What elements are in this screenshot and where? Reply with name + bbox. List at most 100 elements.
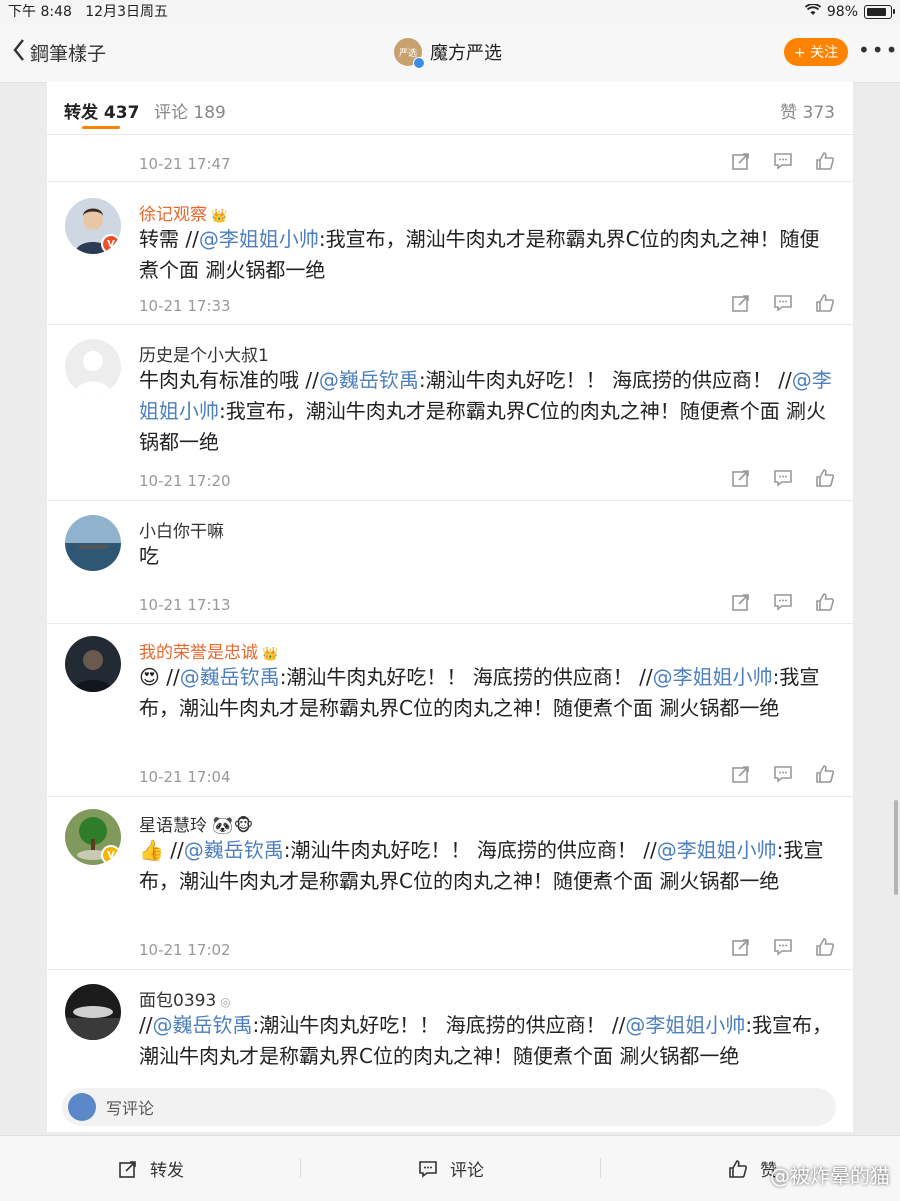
item-actions xyxy=(731,468,835,488)
timestamp: 10-21 17:20 xyxy=(139,472,231,490)
list-item: V 徐记观察 👑 转需 //@李姐姐小帅:我宣布，潮汕牛肉丸才是称霸丸界C位的肉丸… xyxy=(47,182,853,325)
comment-button[interactable]: 评论 xyxy=(418,1156,484,1181)
share-icon[interactable] xyxy=(731,293,751,313)
mention-link[interactable]: @巍岳钦禹 xyxy=(319,368,419,392)
like-icon[interactable] xyxy=(815,293,835,313)
repost-text: 转需 //@李姐姐小帅:我宣布，潮汕牛肉丸才是称霸丸界C位的肉丸之神！随便煮个面… xyxy=(139,224,839,286)
list-item: 历史是个小大叔1 牛肉丸有标准的哦 //@巍岳钦禹:潮汕牛肉丸好吃！！ 海底捞的… xyxy=(47,325,853,501)
tab-repost[interactable]: 转发 437 xyxy=(64,98,139,123)
like-icon[interactable] xyxy=(815,764,835,784)
battery-icon xyxy=(864,5,895,19)
item-actions xyxy=(731,151,835,171)
text-segment: :我宣布，潮汕牛肉丸才是称霸丸界C位的肉丸之神！随便煮个面 涮火锅都一绝 xyxy=(139,399,827,454)
repost-text: 吃 xyxy=(139,541,839,572)
tab-likes[interactable]: 赞 373 xyxy=(780,98,835,123)
timestamp: 10-21 17:13 xyxy=(139,596,231,614)
wifi-icon xyxy=(804,0,821,24)
share-icon[interactable] xyxy=(731,468,751,488)
text-segment: :潮汕牛肉丸好吃！！ 海底捞的供应商！ // xyxy=(252,1013,626,1037)
comment-icon[interactable] xyxy=(773,468,793,488)
status-time: 下午 8:48 xyxy=(8,4,72,20)
comment-icon[interactable] xyxy=(773,592,793,612)
like-icon[interactable] xyxy=(815,592,835,612)
list-item: V 星语慧玲 🐼🐵 👍 //@巍岳钦禹:潮汕牛肉丸好吃！！ 海底捞的供应商！ /… xyxy=(47,797,853,970)
avatar[interactable]: V xyxy=(65,809,121,865)
repost-text: 牛肉丸有标准的哦 //@巍岳钦禹:潮汕牛肉丸好吃！！ 海底捞的供应商！ //@李… xyxy=(139,365,839,458)
mention-link[interactable]: @巍岳钦禹 xyxy=(152,1013,252,1037)
repost-text: //@巍岳钦禹:潮汕牛肉丸好吃！！ 海底捞的供应商！ //@李姐姐小帅:我宣布，… xyxy=(139,1010,839,1072)
divider xyxy=(300,1158,301,1178)
username[interactable]: 历史是个小大叔1 xyxy=(139,341,269,366)
verified-badge-icon: V xyxy=(101,234,121,254)
tab-bar: 转发 437 评论 189 赞 373 xyxy=(47,82,853,135)
text-segment: :潮汕牛肉丸好吃！！ 海底捞的供应商！ // xyxy=(279,665,653,689)
text-segment: 牛肉丸有标准的哦 // xyxy=(139,368,319,392)
mention-link[interactable]: @李姐姐小帅 xyxy=(199,227,319,251)
follow-button[interactable]: + 关注 xyxy=(784,38,848,66)
watermark: @被炸晕的猫 xyxy=(770,1164,890,1188)
like-icon[interactable] xyxy=(815,151,835,171)
repost-label: 转发 xyxy=(150,1161,184,1181)
avatar[interactable] xyxy=(65,515,121,571)
share-icon[interactable] xyxy=(731,592,751,612)
share-icon[interactable] xyxy=(731,764,751,784)
write-comment-placeholder: 写评论 xyxy=(106,1099,155,1118)
item-actions xyxy=(731,592,835,612)
write-comment-input[interactable]: 写评论 xyxy=(62,1088,836,1126)
like-icon[interactable] xyxy=(815,468,835,488)
mention-link[interactable]: @巍岳钦禹 xyxy=(184,838,284,862)
status-date: 12月3日周五 xyxy=(85,4,168,20)
repost-text: 😍 //@巍岳钦禹:潮汕牛肉丸好吃！！ 海底捞的供应商！ //@李姐姐小帅:我宣… xyxy=(139,662,839,724)
list-item: 10-21 17:47 xyxy=(47,135,853,182)
item-actions xyxy=(731,764,835,784)
mention-link[interactable]: @巍岳钦禹 xyxy=(180,665,280,689)
like-icon xyxy=(729,1159,747,1178)
repost-button[interactable]: 转发 xyxy=(118,1156,184,1181)
avatar[interactable] xyxy=(65,339,121,395)
mention-link[interactable]: @李姐姐小帅 xyxy=(653,665,773,689)
comment-icon[interactable] xyxy=(773,937,793,957)
repost-panel: 转发 437 评论 189 赞 373 10-21 17:47 V 徐记观察 👑 … xyxy=(47,82,853,1132)
scrollbar[interactable] xyxy=(894,800,898,895)
username[interactable]: 小白你干嘛 xyxy=(139,517,224,542)
list-item: 小白你干嘛 吃 10-21 17:13 xyxy=(47,501,853,624)
text-segment: // xyxy=(139,1013,153,1037)
comment-icon[interactable] xyxy=(773,764,793,784)
text-segment: :潮汕牛肉丸好吃！！ 海底捞的供应商！ // xyxy=(283,838,657,862)
timestamp: 10-21 17:47 xyxy=(139,155,231,173)
mention-link[interactable]: @李姐姐小帅 xyxy=(657,838,777,862)
tab-comment[interactable]: 评论 189 xyxy=(154,98,226,123)
item-actions xyxy=(731,937,835,957)
comment-icon xyxy=(419,1160,437,1178)
more-button[interactable]: ••• xyxy=(858,38,899,62)
comment-icon[interactable] xyxy=(773,151,793,171)
crown-icon: 👑 xyxy=(211,209,228,224)
back-button[interactable]: 鋼筆樣子 xyxy=(12,38,106,66)
avatar[interactable] xyxy=(65,636,121,692)
avatar[interactable] xyxy=(65,984,121,1040)
share-icon[interactable] xyxy=(731,937,751,957)
nav-title-group[interactable]: 严选 魔方严选 xyxy=(394,38,502,69)
user-avatar xyxy=(68,1093,96,1121)
share-icon[interactable] xyxy=(731,151,751,171)
username[interactable]: 面包0393 ◎ xyxy=(139,986,231,1011)
brand-avatar: 严选 xyxy=(394,38,425,69)
mention-link[interactable]: @李姐姐小帅 xyxy=(625,1013,745,1037)
divider xyxy=(600,1158,601,1178)
username[interactable]: 徐记观察 👑 xyxy=(139,200,227,225)
comment-icon[interactable] xyxy=(773,293,793,313)
crown-icon: 👑 xyxy=(262,647,279,662)
nav-bar: 鋼筆樣子 严选 魔方严选 + 关注 ••• xyxy=(0,24,900,83)
page-title: 魔方严选 xyxy=(430,43,502,64)
like-icon[interactable] xyxy=(815,937,835,957)
comment-label: 评论 xyxy=(450,1161,484,1181)
timestamp: 10-21 17:33 xyxy=(139,297,231,315)
username[interactable]: 星语慧玲 🐼🐵 xyxy=(139,811,253,836)
repost-list: 10-21 17:47 V 徐记观察 👑 转需 //@李姐姐小帅:我宣布，潮汕牛肉… xyxy=(47,135,853,1110)
text-segment: 吃 xyxy=(139,544,159,568)
item-actions xyxy=(731,293,835,313)
username[interactable]: 我的荣誉是忠诚 👑 xyxy=(139,638,278,663)
timestamp: 10-21 17:02 xyxy=(139,941,231,959)
avatar[interactable]: V xyxy=(65,198,121,254)
chevron-left-icon xyxy=(12,38,26,66)
